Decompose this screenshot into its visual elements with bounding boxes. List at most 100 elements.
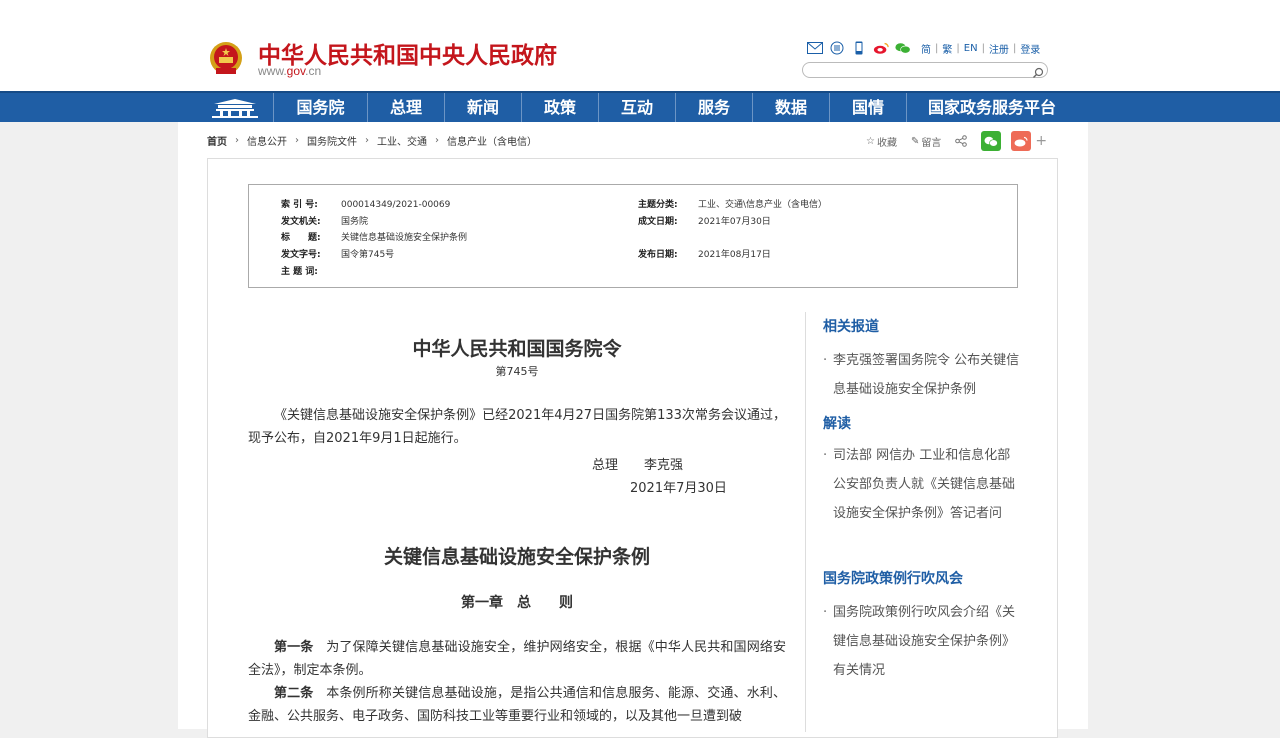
lang-simplified[interactable]: 简: [921, 41, 931, 56]
meta-title: 标 题: 关键信息基础设施安全保护条例: [281, 230, 467, 243]
wechat-icon[interactable]: [895, 41, 911, 55]
article-label: 第一条: [274, 640, 314, 655]
meta-label: 主题分类:: [638, 200, 678, 210]
national-emblem-icon[interactable]: [208, 40, 244, 78]
article-intro: 《关键信息基础设施安全保护条例》已经2021年4月27日国务院第133次常务会议…: [248, 408, 786, 446]
bullet-icon: ·: [823, 605, 828, 620]
article-title: 中华人民共和国国务院令: [412, 338, 622, 360]
meta-label: 标 题:: [281, 233, 321, 243]
more-share-icon[interactable]: +: [1035, 133, 1047, 149]
meta-doc-no: 发文字号: 国令第745号: [281, 247, 394, 260]
chevron-right-icon: ›: [235, 135, 239, 146]
breadcrumb: 首页 › 信息公开 › 国务院文件 › 工业、交通 › 信息产业（含电信）: [207, 133, 537, 148]
sidebar-link[interactable]: · 国务院政策例行吹风会介绍《关键信息基础设施安全保护条例》有关情况: [823, 598, 1023, 685]
meta-value: 2021年08月17日: [698, 250, 771, 260]
sidebar-divider: [805, 312, 806, 732]
separator: |: [935, 42, 939, 54]
site-url-suffix: .cn: [305, 64, 322, 78]
search-box: [802, 62, 1048, 84]
meta-label: 主 题 词:: [281, 267, 318, 277]
sidebar-section-title[interactable]: 相关报道: [823, 316, 1023, 336]
nav-home-icon[interactable]: [196, 93, 274, 122]
meta-value: 工业、交通\信息产业（含电信）: [698, 200, 828, 210]
bullet-icon: ·: [823, 353, 828, 368]
meta-value: 2021年07月30日: [698, 217, 771, 227]
sidebar-section-title[interactable]: 国务院政策例行吹风会: [823, 568, 1023, 588]
sidebar-section-briefing: 国务院政策例行吹风会 · 国务院政策例行吹风会介绍《关键信息基础设施安全保护条例》…: [823, 568, 1023, 685]
chevron-right-icon: ›: [435, 135, 439, 146]
nav-item-state-council[interactable]: 国务院: [274, 93, 368, 122]
mobile-icon[interactable]: [851, 41, 867, 55]
sidebar-link-text: 司法部 网信办 工业和信息化部 公安部负责人就《关键信息基础设施安全保护条例》答…: [833, 448, 1016, 521]
meta-keywords: 主 题 词:: [281, 264, 341, 277]
login-link[interactable]: 登录: [1020, 41, 1040, 56]
wechat-share-icon[interactable]: [981, 131, 1002, 151]
breadcrumb-home[interactable]: 首页: [207, 133, 227, 148]
chevron-right-icon: ›: [295, 135, 299, 146]
language-links: 简 | 繁 | EN | 注册 | 登录: [921, 41, 1040, 56]
separator: |: [956, 42, 960, 54]
nav-item-data[interactable]: 数据: [753, 93, 830, 122]
breadcrumb-item[interactable]: 国务院文件: [307, 133, 357, 148]
meta-value: 国务院: [341, 217, 369, 227]
nav-item-service-platform[interactable]: 国家政务服务平台: [907, 93, 1077, 122]
top-toolbar: 简 | 繁 | EN | 注册 | 登录: [807, 40, 1040, 56]
meta-label: 发布日期:: [638, 250, 678, 260]
article-text: 为了保障关键信息基础设施安全，维护网络安全，根据《中华人民共和国网络安全法》，制…: [248, 640, 786, 678]
weibo-share-icon[interactable]: [1011, 131, 1032, 151]
meta-label: 发文机关:: [281, 217, 321, 227]
chevron-right-icon: ›: [365, 135, 369, 146]
main-nav: 国务院 总理 新闻 政策 互动 服务 数据 国情 国家政务服务平台: [0, 91, 1280, 122]
share-toolbar: ☆ 收藏 ✎ 留言 +: [866, 131, 1047, 151]
nav-item-services[interactable]: 服务: [676, 93, 753, 122]
nav-item-premier[interactable]: 总理: [368, 93, 445, 122]
site-url[interactable]: www.gov.cn: [258, 64, 321, 78]
meta-label: 索 引 号:: [281, 200, 318, 210]
sidebar-link[interactable]: · 司法部 网信办 工业和信息化部 公安部负责人就《关键信息基础设施安全保护条例》…: [823, 441, 1023, 528]
separator: |: [981, 42, 985, 54]
comment-button[interactable]: ✎ 留言: [911, 134, 941, 149]
lang-traditional[interactable]: 繁: [942, 41, 952, 56]
favorite-button[interactable]: ☆ 收藏: [866, 134, 897, 149]
separator: |: [1012, 42, 1017, 54]
meta-label: 成文日期:: [638, 217, 678, 227]
site-header: 中华人民共和国中央人民政府 www.gov.cn 简 | 繁 | EN | 注册 | 登…: [0, 0, 1280, 91]
comment-label: 留言: [921, 137, 942, 149]
nav-item-news[interactable]: 新闻: [445, 93, 522, 122]
search-icon[interactable]: [1032, 64, 1044, 78]
decree-number: 第745号: [495, 365, 539, 378]
sidebar-link[interactable]: · 李克强签署国务院令 公布关键信息基础设施安全保护条例: [823, 346, 1023, 404]
signer: 总理 李克强: [592, 458, 684, 473]
sidebar-section-title[interactable]: 解读: [823, 413, 1023, 433]
sidebar-section-interpretation: 解读 · 司法部 网信办 工业和信息化部 公安部负责人就《关键信息基础设施安全保护…: [823, 413, 1023, 528]
breadcrumb-item[interactable]: 信息公开: [247, 133, 287, 148]
nav-item-national-conditions[interactable]: 国情: [830, 93, 907, 122]
nav-item-policy[interactable]: 政策: [522, 93, 599, 122]
meta-label: 发文字号:: [281, 250, 321, 260]
meta-pub-date: 发布日期: 2021年08月17日: [638, 247, 771, 260]
bullet-icon: ·: [823, 448, 828, 463]
article-text: 本条例所称关键信息基础设施，是指公共通信和信息服务、能源、交通、水利、金融、公共…: [248, 686, 786, 724]
search-input[interactable]: [811, 67, 1035, 84]
article-one: 第一条 为了保障关键信息基础设施安全，维护网络安全，根据《中华人民共和国网络安全…: [248, 636, 786, 682]
site-url-highlight: gov: [286, 64, 306, 78]
favorite-label: 收藏: [876, 137, 897, 149]
mail-icon[interactable]: [807, 41, 823, 55]
share-icon[interactable]: [955, 135, 968, 147]
weibo-icon[interactable]: [873, 41, 889, 55]
sign-date: 2021年7月30日: [630, 481, 727, 496]
sidebar-link-text: 国务院政策例行吹风会介绍《关键信息基础设施安全保护条例》有关情况: [833, 605, 1016, 678]
sidebar-section-related: 相关报道 · 李克强签署国务院令 公布关键信息基础设施安全保护条例: [823, 316, 1023, 404]
nav-item-interaction[interactable]: 互动: [599, 93, 676, 122]
star-icon: ☆: [866, 135, 875, 147]
breadcrumb-item[interactable]: 信息产业（含电信）: [447, 133, 537, 148]
lang-english[interactable]: EN: [964, 43, 978, 54]
meta-date: 成文日期: 2021年07月30日: [638, 214, 771, 227]
rss-icon[interactable]: [829, 41, 845, 55]
breadcrumb-item[interactable]: 工业、交通: [377, 133, 427, 148]
article-label: 第二条: [274, 686, 314, 701]
meta-issuer: 发文机关: 国务院: [281, 214, 368, 227]
document-metadata: 索 引 号: 000014349/2021-00069 主题分类: 工业、交通\信息…: [248, 184, 1018, 288]
register-link[interactable]: 注册: [989, 41, 1009, 56]
site-url-prefix: www.: [258, 64, 287, 78]
